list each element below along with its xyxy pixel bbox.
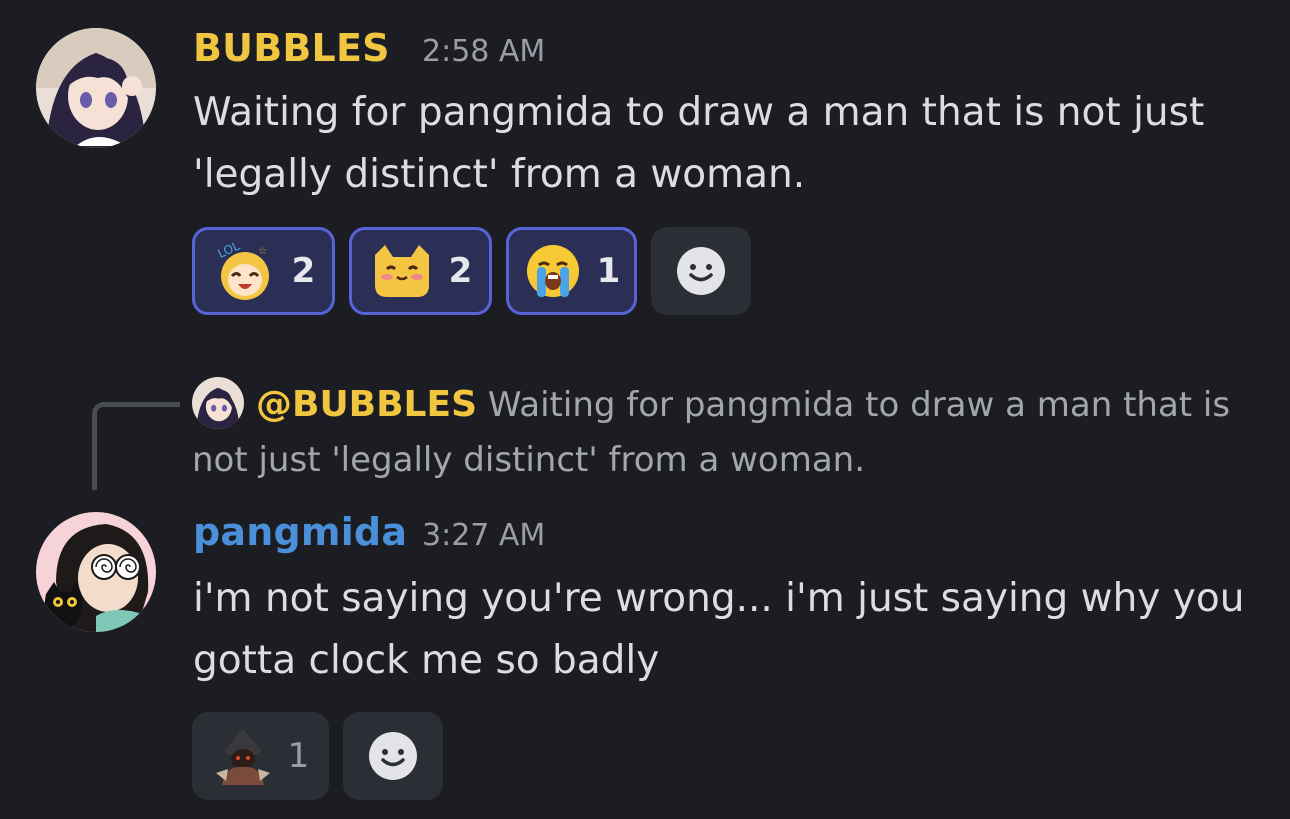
smiley-add-reaction-icon: [677, 247, 725, 295]
reply-preview[interactable]: @BUBBLES Waiting for pangmida to draw a …: [192, 376, 1272, 487]
message-text: Waiting for pangmida to draw a man that …: [193, 90, 1205, 197]
add-reaction-button[interactable]: [343, 712, 443, 800]
reaction-count: 1: [287, 736, 310, 776]
reply-connector: [92, 402, 180, 490]
anime-girl-avatar-icon: [192, 376, 244, 429]
message-timestamp: 2:58 AM: [422, 34, 546, 69]
smiley-add-reaction-icon: [369, 732, 417, 780]
anime-girl-avatar-icon: [36, 28, 156, 148]
message-text: i'm not saying you're wrong... i'm just …: [193, 576, 1245, 683]
reaction-bar: LOL ☆ 2 2 1: [192, 227, 751, 315]
lol-anime-girl-emoji-icon: LOL ☆: [215, 239, 269, 300]
add-reaction-button[interactable]: [651, 227, 751, 315]
blushing-cat-emoji-icon: [374, 245, 429, 297]
reaction-hooded-figure[interactable]: 1: [192, 712, 329, 800]
reaction-crying[interactable]: 1: [506, 227, 637, 315]
avatar[interactable]: [36, 512, 156, 632]
reply-avatar: [192, 376, 244, 429]
hooded-figure-emoji-icon: [215, 729, 270, 785]
message-timestamp: 3:27 AM: [422, 518, 546, 553]
reaction-count: 1: [596, 251, 621, 291]
reaction-bar: 1: [192, 712, 443, 800]
message-author[interactable]: pangmida: [193, 510, 407, 554]
reaction-lol[interactable]: LOL ☆ 2: [192, 227, 335, 315]
reaction-count: 2: [291, 251, 316, 291]
chat-view: BUBBLES 2:58 AM Waiting for pangmida to …: [0, 0, 1290, 819]
loudly-crying-face-emoji-icon: [526, 245, 579, 297]
svg-text:☆: ☆: [258, 246, 267, 257]
reply-mention[interactable]: @BUBBLES: [256, 384, 477, 425]
avatar[interactable]: [36, 28, 156, 148]
spiral-eyes-cat-avatar-icon: [36, 512, 156, 632]
message-author[interactable]: BUBBLES: [193, 26, 390, 70]
reaction-blushing-cat[interactable]: 2: [349, 227, 492, 315]
reaction-count: 2: [448, 251, 473, 291]
